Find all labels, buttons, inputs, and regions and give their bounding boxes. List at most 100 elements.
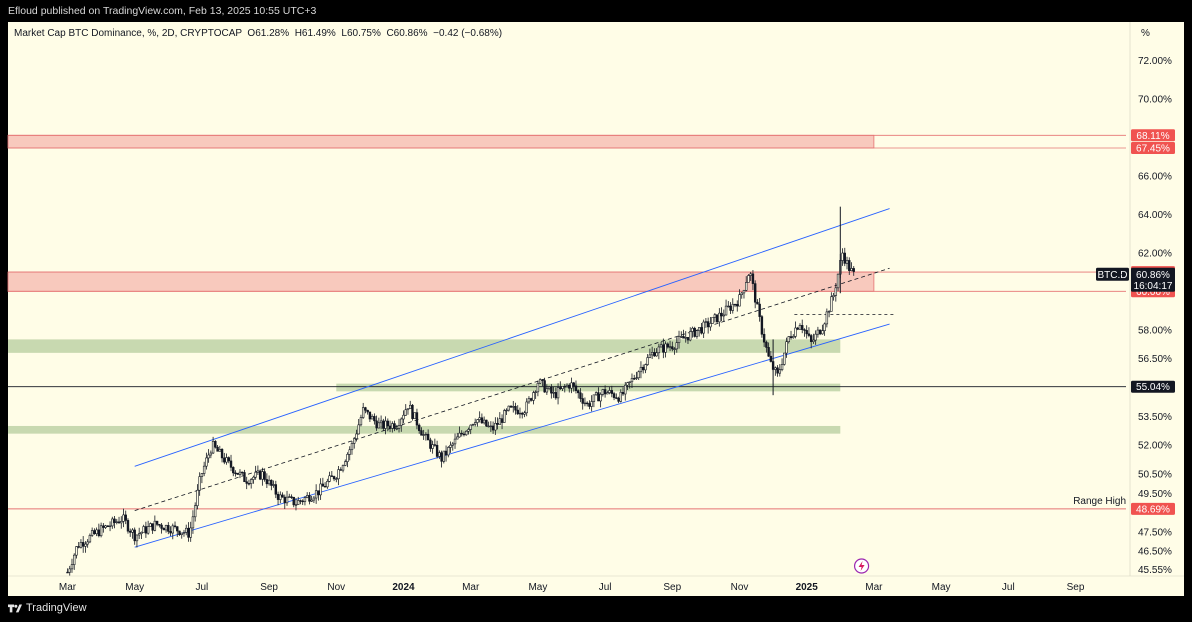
x-tick-label: Sep [260, 582, 278, 593]
candle-body [330, 475, 334, 477]
candle-body [308, 495, 311, 502]
candle-body [84, 543, 87, 547]
candle-body [592, 394, 596, 402]
candle-body [162, 528, 166, 531]
x-tick-label: Mar [59, 582, 77, 593]
x-tick-label: Sep [1067, 582, 1085, 593]
candle-body [220, 449, 224, 459]
candle-body [95, 529, 98, 535]
candle-body [478, 417, 481, 420]
candle-body [848, 260, 851, 271]
candle-body [108, 525, 112, 528]
candle-body [637, 371, 640, 379]
candle-body [639, 366, 643, 373]
x-tick-label: 2024 [392, 582, 415, 593]
candle-body [713, 314, 717, 318]
candle-body [740, 292, 743, 296]
candle-body [417, 424, 421, 431]
y-tick-label: 45.55% [1138, 565, 1172, 576]
candle-body [326, 481, 329, 488]
legend-open: O61.28% [247, 28, 290, 39]
candle-body [518, 412, 522, 415]
candle-body [216, 446, 219, 452]
price-label: 67.45% [1136, 143, 1170, 154]
candle-body [646, 357, 649, 365]
candle-body [146, 526, 150, 534]
last-price-label: 60.86% [1136, 270, 1170, 281]
candle-body [294, 504, 298, 506]
resistance-zone [7, 134, 875, 149]
legend-high: H61.49% [294, 28, 336, 39]
candle-body [420, 430, 423, 436]
candle-body [171, 525, 174, 534]
range-high-annotation: Range High [1073, 496, 1126, 507]
candle-body [66, 571, 69, 574]
candle-body [245, 481, 248, 484]
candle-body [516, 409, 519, 415]
candle-body [738, 294, 741, 307]
candle-body [77, 546, 80, 548]
candle-body [317, 490, 320, 496]
candle-body [113, 518, 116, 523]
candle-body [554, 392, 558, 399]
x-tick-label: Jul [1002, 582, 1015, 593]
candle-body [274, 484, 278, 495]
candle-body [823, 323, 826, 331]
y-tick-label: 47.50% [1138, 527, 1172, 538]
candle-body [715, 314, 719, 323]
candle-body [664, 343, 667, 353]
candle-body [70, 564, 74, 570]
candle-body [353, 438, 356, 444]
candle-body [229, 460, 233, 468]
candle-body [680, 336, 683, 338]
candle-body [79, 542, 83, 548]
candle-body [236, 472, 239, 475]
candle-body [375, 420, 378, 429]
candle-body [547, 386, 551, 389]
candle-body [805, 330, 808, 335]
candle-body [379, 420, 383, 424]
channel-lower-line[interactable] [134, 323, 890, 548]
candle-body [120, 521, 123, 524]
candle-body [662, 344, 665, 353]
x-tick-label: 2025 [796, 582, 819, 593]
bar-countdown-label: 16:04:17 [1134, 281, 1173, 292]
candle-body [563, 386, 566, 388]
candle-body [234, 472, 237, 475]
candle-body [104, 525, 107, 528]
chart-legend: Market Cap BTC Dominance, %, 2D, CRYPTOC… [14, 28, 502, 39]
candle-body [641, 366, 645, 371]
candle-body [361, 407, 365, 418]
tradingview-logo[interactable]: TradingView [8, 602, 87, 614]
candle-body [232, 467, 235, 474]
candle-body [173, 525, 177, 527]
candle-body [745, 282, 748, 291]
candle-body [241, 471, 244, 474]
candle-body [633, 378, 636, 380]
candle-body [720, 312, 723, 317]
candle-body [384, 420, 387, 429]
candle-body [261, 471, 264, 480]
candle-body [545, 388, 549, 393]
candle-body [238, 471, 242, 475]
candle-body [686, 337, 690, 341]
candle-body [155, 520, 159, 525]
candle-body [536, 382, 540, 393]
candle-body [673, 348, 676, 350]
candle-body [131, 529, 134, 533]
candle-body [657, 346, 661, 354]
candle-body [588, 403, 591, 407]
candle-body [348, 449, 351, 455]
candle-body [86, 541, 89, 545]
candle-body [496, 422, 499, 425]
candle-body [272, 484, 275, 486]
price-label: 55.04% [1136, 382, 1170, 393]
price-axis-unit: % [1141, 28, 1150, 39]
candle-body [209, 452, 213, 456]
candle-body [619, 391, 622, 402]
candle-body [129, 530, 132, 533]
price-chart[interactable]: Range High% 72.00% 70.00% 66.00% 64.00% 62.00… [0, 0, 1192, 622]
candle-body [382, 420, 385, 429]
candle-body [465, 430, 468, 436]
candle-body [335, 478, 338, 480]
